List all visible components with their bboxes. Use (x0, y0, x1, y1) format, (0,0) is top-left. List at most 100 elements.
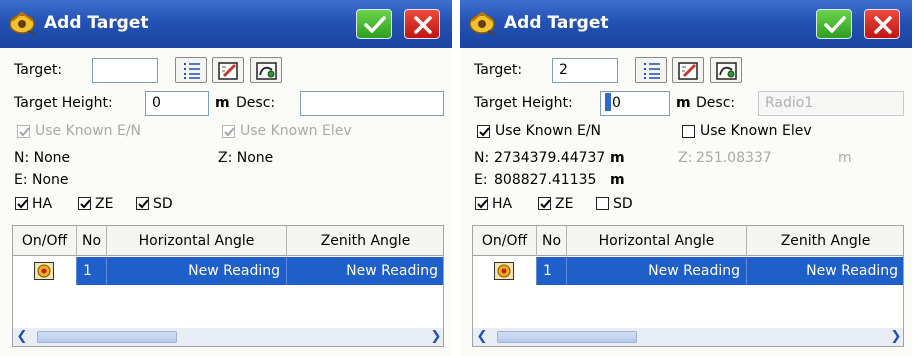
list-button[interactable] (635, 57, 667, 83)
scroll-thumb[interactable] (497, 331, 637, 343)
target-height-label: Target Height: (474, 95, 573, 111)
sd-checkbox[interactable] (596, 197, 609, 210)
close-x-icon (874, 16, 892, 34)
title-bar: Add Target (0, 0, 452, 48)
checkmark-icon (479, 127, 490, 137)
onoff-cell[interactable] (473, 257, 537, 285)
readings-table: On/Off No Horizontal Angle Zenith Angle … (472, 225, 904, 347)
horizontal-scrollbar[interactable]: ❮ ❯ (13, 328, 443, 346)
close-button[interactable] (404, 9, 440, 39)
row-no-cell: 1 (77, 257, 107, 285)
column-header-no[interactable]: No (77, 226, 107, 256)
target-height-input[interactable]: 0 (600, 91, 670, 116)
checkmark-icon (364, 16, 386, 33)
target-height-value: 0 (612, 95, 621, 111)
use-known-elev-checkbox[interactable] (682, 125, 695, 138)
use-known-elev-label: Use Known Elev (700, 123, 812, 139)
sd-checkbox[interactable] (136, 197, 149, 210)
use-known-en-label: Use Known E/N (35, 123, 142, 139)
target-input[interactable] (92, 58, 158, 83)
map-point-button[interactable] (710, 57, 742, 83)
app-logo-icon (469, 11, 497, 36)
scroll-right-icon[interactable]: ❯ (887, 328, 903, 346)
use-known-en-checkbox[interactable] (477, 125, 490, 138)
elevation-text: Z: None (218, 150, 274, 166)
ok-button[interactable] (816, 9, 852, 39)
scroll-left-icon[interactable]: ❮ (473, 328, 491, 346)
checkmark-icon (224, 127, 235, 137)
list-icon (184, 63, 200, 79)
horizontal-angle-cell: New Reading (107, 257, 287, 285)
checkmark-icon (17, 199, 28, 209)
ze-label: ZE (95, 196, 114, 212)
edit-note-icon (218, 62, 238, 80)
list-button[interactable] (175, 57, 207, 83)
map-point-icon (256, 62, 277, 80)
column-header-horizontal-angle[interactable]: Horizontal Angle (567, 226, 747, 256)
add-target-dialog-left: Add Target Target: Target Height: 0 m De… (0, 0, 452, 356)
scroll-thumb[interactable] (37, 331, 177, 343)
elevation-unit: m (838, 150, 852, 166)
column-header-horizontal-angle[interactable]: Horizontal Angle (107, 226, 287, 256)
northing-unit: m (610, 150, 625, 166)
ze-checkbox[interactable] (538, 197, 551, 210)
sd-label: SD (153, 196, 173, 212)
height-unit-label: m (215, 95, 230, 111)
readings-table: On/Off No Horizontal Angle Zenith Angle … (12, 225, 444, 347)
use-known-en-checkbox[interactable] (17, 125, 30, 138)
onoff-cell[interactable] (13, 257, 77, 285)
column-header-zenith-angle[interactable]: Zenith Angle (747, 226, 903, 256)
close-button[interactable] (864, 9, 900, 39)
ha-label: HA (32, 196, 53, 212)
use-known-en-label: Use Known E/N (495, 123, 602, 139)
ze-checkbox[interactable] (78, 197, 91, 210)
sd-label: SD (613, 196, 633, 212)
list-icon (644, 63, 660, 79)
table-row[interactable]: 1 New Reading New Reading (473, 257, 903, 285)
easting-text: E: None (14, 172, 69, 188)
northing-label: N: (474, 150, 490, 166)
column-header-zenith-angle[interactable]: Zenith Angle (287, 226, 443, 256)
edit-button[interactable] (212, 57, 244, 83)
height-unit-label: m (676, 95, 691, 111)
horizontal-angle-cell: New Reading (567, 257, 747, 285)
zenith-angle-cell: New Reading (287, 257, 443, 285)
table-header: On/Off No Horizontal Angle Zenith Angle (473, 226, 903, 256)
ok-button[interactable] (356, 9, 392, 39)
target-input[interactable]: 2 (552, 58, 618, 83)
text-cursor (605, 93, 611, 111)
add-target-dialog-right: Add Target Target: 2 Target Height: 0 m … (460, 0, 912, 356)
desc-input[interactable] (300, 91, 444, 116)
table-row[interactable]: 1 New Reading New Reading (13, 257, 443, 285)
ha-checkbox[interactable] (15, 197, 28, 210)
checkmark-icon (19, 127, 30, 137)
use-known-elev-checkbox[interactable] (222, 125, 235, 138)
target-height-input[interactable]: 0 (145, 91, 209, 116)
scroll-right-icon[interactable]: ❯ (427, 328, 443, 346)
desc-input[interactable]: Radio1 (758, 91, 904, 116)
ha-checkbox[interactable] (475, 197, 488, 210)
horizontal-scrollbar[interactable]: ❮ ❯ (473, 328, 903, 346)
use-known-elev-label: Use Known Elev (240, 123, 352, 139)
target-label: Target: (14, 62, 63, 78)
target-toggle-icon (34, 262, 54, 280)
checkmark-icon (138, 199, 149, 209)
dialog-title: Add Target (504, 13, 609, 33)
title-bar: Add Target (460, 0, 912, 48)
target-label: Target: (474, 62, 523, 78)
map-point-icon (716, 62, 737, 80)
easting-value: 808827.41135 (494, 172, 597, 188)
column-header-onoff[interactable]: On/Off (13, 226, 77, 256)
northing-value: 2734379.44737 (494, 150, 606, 166)
dialog-title: Add Target (44, 13, 149, 33)
target-toggle-icon (494, 262, 514, 280)
map-point-button[interactable] (250, 57, 282, 83)
checkmark-icon (477, 199, 488, 209)
column-header-onoff[interactable]: On/Off (473, 226, 537, 256)
easting-label: E: (474, 172, 488, 188)
checkmark-icon (80, 199, 91, 209)
edit-button[interactable] (672, 57, 704, 83)
scroll-left-icon[interactable]: ❮ (13, 328, 31, 346)
column-header-no[interactable]: No (537, 226, 567, 256)
table-header: On/Off No Horizontal Angle Zenith Angle (13, 226, 443, 256)
